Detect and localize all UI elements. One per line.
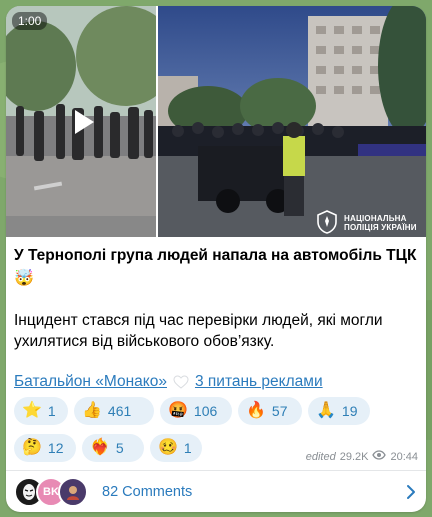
chevron-right-icon	[406, 484, 416, 505]
reaction-count: 1	[183, 440, 192, 456]
photo-thumbnail[interactable]	[158, 6, 426, 237]
cursing-face-icon: 🤬	[168, 402, 188, 419]
reaction-count: 5	[115, 440, 124, 456]
ads-link[interactable]: 3 питань реклами	[195, 373, 323, 391]
reaction-count: 19	[341, 403, 358, 419]
post-body: Інцидент стався під час перевірки людей,…	[14, 312, 383, 350]
star-icon: ⭐	[22, 402, 42, 419]
message-time: 20:44	[390, 450, 418, 463]
police-emblem-icon	[316, 210, 338, 239]
woozy-face-icon: 🥴	[158, 439, 178, 456]
reaction-fire[interactable]: 🔥 57	[238, 397, 302, 425]
reaction-count: 12	[47, 440, 64, 456]
reaction-star[interactable]: ⭐ 1	[14, 397, 68, 425]
reaction-woozy[interactable]: 🥴 1	[150, 434, 202, 462]
eye-icon	[372, 450, 387, 463]
reaction-count: 1	[47, 403, 56, 419]
post-title: У Тернополі група людей напала на автомо…	[14, 247, 417, 264]
edited-label: edited	[305, 450, 336, 463]
reaction-angry[interactable]: 🤬 106	[160, 397, 232, 425]
reaction-heart-fire[interactable]: ❤️‍🔥 5	[82, 434, 144, 462]
channel-link[interactable]: Батальйон «Монако»	[14, 373, 167, 391]
message-card: 1:00 НАЦІОНАЛЬНА ПОЛІЦІЯ УКРАЇНИ У Терно…	[6, 6, 426, 512]
commenter-avatars: BK	[14, 477, 90, 507]
media-album: 1:00 НАЦІОНАЛЬНА ПОЛІЦІЯ УКРАЇНИ	[6, 6, 426, 237]
title-emoji: 🤯	[14, 270, 34, 287]
comments-count: 82 Comments	[102, 484, 193, 500]
thinking-face-icon: 🤔	[22, 439, 42, 456]
reaction-thumbs-up[interactable]: 👍 461	[74, 397, 154, 425]
thumbs-up-icon: 👍	[82, 402, 102, 419]
pray-icon: 🙏	[316, 402, 336, 419]
video-duration: 1:00	[12, 12, 48, 30]
avatar	[58, 477, 88, 507]
fire-icon: 🔥	[246, 402, 266, 419]
divider	[6, 470, 426, 471]
reaction-count: 461	[107, 403, 132, 419]
reaction-count: 106	[193, 403, 218, 419]
message-meta: edited 29.2K 20:44	[306, 450, 418, 463]
reaction-pray[interactable]: 🙏 19	[308, 397, 370, 425]
post-links: Батальйон «Монако» 3 питань реклами	[14, 373, 418, 391]
heart-icon	[173, 375, 189, 389]
police-watermark: НАЦІОНАЛЬНА ПОЛІЦІЯ УКРАЇНИ	[344, 214, 417, 232]
reaction-thinking[interactable]: 🤔 12	[14, 434, 76, 462]
reaction-count: 57	[271, 403, 288, 419]
view-count: 29.2K	[339, 450, 369, 463]
play-icon[interactable]	[64, 102, 104, 142]
comments-button[interactable]: BK 82 Comments	[6, 472, 426, 512]
heart-on-fire-icon: ❤️‍🔥	[90, 439, 110, 456]
